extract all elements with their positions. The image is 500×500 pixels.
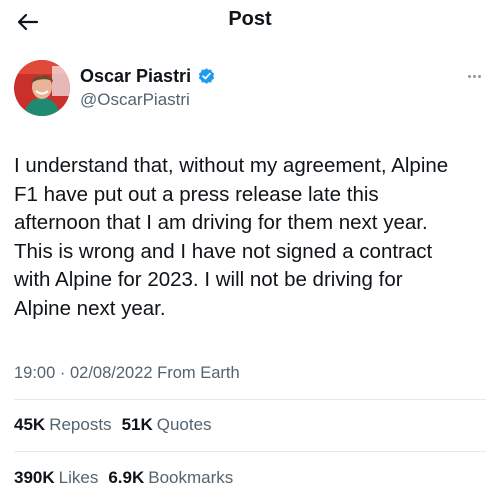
more-options-icon[interactable] [462, 66, 486, 86]
post-text: I understand that, without my agreement,… [14, 154, 449, 320]
stats-row-engagement: 390K Likes 6.9K Bookmarks [14, 468, 243, 488]
quotes-count: 51K [121, 415, 153, 434]
bookmarks-stat[interactable]: 6.9K Bookmarks [108, 468, 233, 488]
quotes-stat[interactable]: 51K Quotes [122, 415, 212, 435]
likes-count: 390K [14, 468, 55, 487]
divider [14, 399, 486, 400]
reposts-count: 45K [14, 415, 46, 434]
divider [14, 451, 486, 452]
verified-badge-icon[interactable] [197, 67, 216, 86]
bookmarks-count: 6.9K [108, 468, 145, 487]
reposts-label: Reposts [49, 415, 112, 434]
reposts-stat[interactable]: 45K Reposts [14, 415, 112, 435]
post-time[interactable]: 19:00 [14, 364, 55, 382]
display-name[interactable]: Oscar Piastri [80, 66, 191, 87]
likes-label: Likes [58, 468, 99, 487]
avatar[interactable] [14, 60, 70, 116]
stats-row-shares: 45K Reposts 51K Quotes [14, 415, 222, 435]
meta-separator: · [59, 364, 66, 382]
bookmarks-label: Bookmarks [148, 468, 234, 487]
likes-stat[interactable]: 390K Likes [14, 468, 98, 488]
top-bar: Post [0, 0, 500, 44]
post-date[interactable]: 02/08/2022 [70, 364, 153, 382]
post-source: From Earth [157, 364, 240, 382]
page-title: Post [228, 8, 272, 30]
post-meta: 19:00 · 02/08/2022 From Earth [14, 364, 240, 383]
quotes-label: Quotes [156, 415, 212, 434]
user-handle[interactable]: @OscarPiastri [80, 90, 190, 110]
avatar-image [14, 60, 70, 116]
post-author: Oscar Piastri @OscarPiastri [14, 60, 486, 124]
